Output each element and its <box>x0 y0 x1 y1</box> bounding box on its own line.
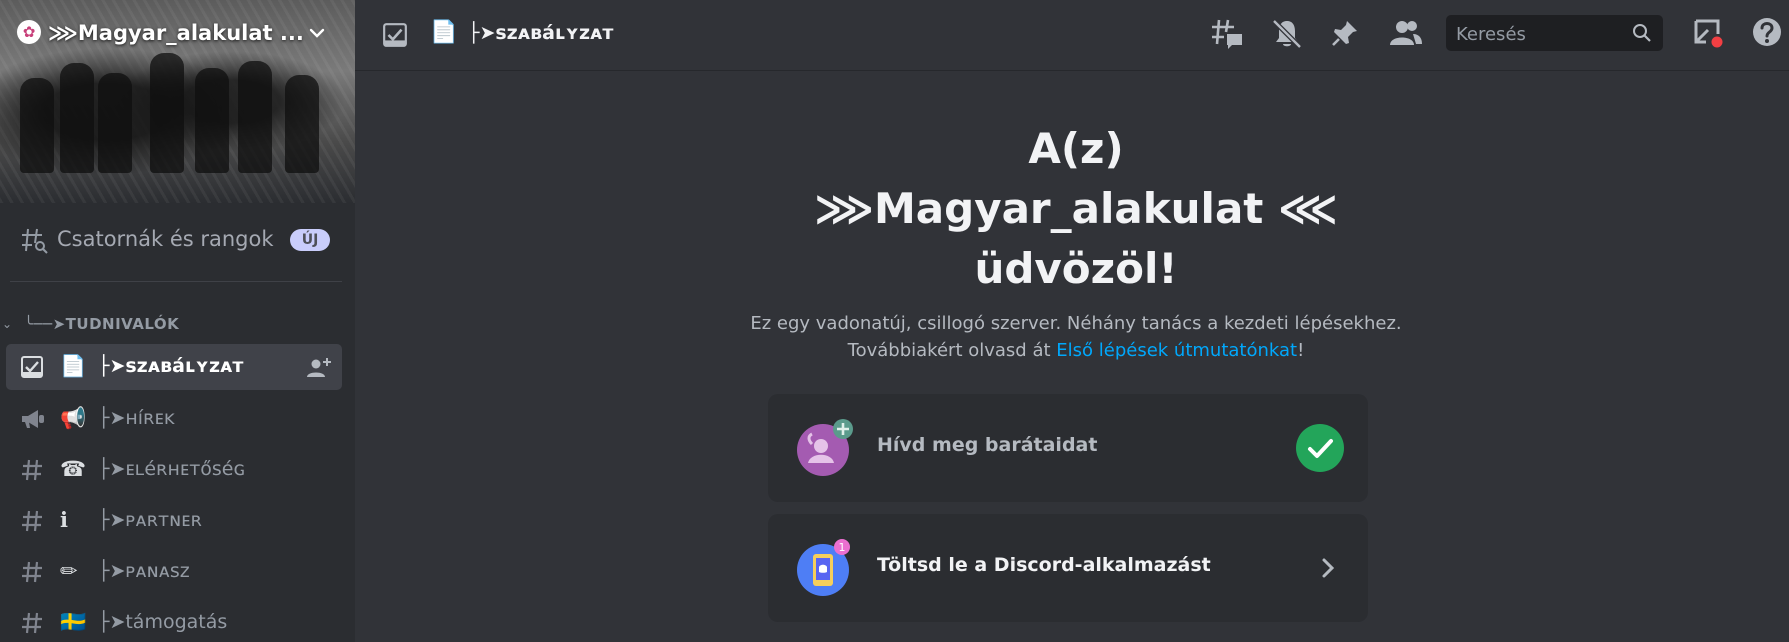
hashtag-icon <box>22 459 42 481</box>
channel-emoji: 📄 <box>430 20 458 45</box>
channel-emoji: ℹ <box>60 508 68 532</box>
channel-item-elerhetoseg[interactable]: ☎ ├➤ᴇʟéʀʜᴇᴛőꜱéɢ <box>6 447 342 493</box>
category-chevron-icon: ⌄ <box>2 317 13 331</box>
chevron-down-icon <box>309 28 325 38</box>
search-icon <box>1633 24 1651 42</box>
welcome-line-3: üdvözöl! <box>974 244 1178 293</box>
rules-icon <box>21 356 43 378</box>
channel-emoji: ✏ <box>60 559 78 583</box>
search-box[interactable] <box>1446 15 1663 53</box>
download-app-icon: 1 <box>797 539 850 596</box>
channel-item-hirek[interactable]: 📢 ├➤ʜíʀᴇᴋ <box>6 396 342 442</box>
channel-emoji: 📢 <box>60 406 87 430</box>
announcement-icon <box>22 410 44 428</box>
channel-name: ├➤ʜíʀᴇᴋ <box>98 407 175 429</box>
channel-name: ├➤támogatás <box>98 611 228 633</box>
channel-name: ├➤ᴘᴀɴᴀꜱᴢ <box>98 560 190 582</box>
invite-friends-card[interactable]: Hívd meg barátaidat <box>768 394 1368 502</box>
getting-started-link[interactable]: Első lépések útmutatónkat <box>1056 340 1297 361</box>
invite-friends-icon <box>797 419 853 476</box>
invite-friends-label: Hívd meg barátaidat <box>877 434 1098 456</box>
new-badge: ÚJ <box>290 229 330 251</box>
threads-icon[interactable] <box>1210 18 1244 50</box>
channel-sidebar: ✿ ⋙Magyar_alakulat ... Csatornák és rang… <box>0 0 355 642</box>
welcome-line-2: ⋙Magyar_alakulat ⋘ <box>814 184 1338 233</box>
svg-text:1: 1 <box>839 541 846 554</box>
channel-name: ├➤ᴇʟéʀʜᴇᴛőꜱéɢ <box>98 458 246 480</box>
hashtag-icon <box>22 510 42 532</box>
channels-and-roles-label: Csatornák és rangok <box>57 227 274 251</box>
category-header[interactable]: ⌄ ╰──➤TUDNIVALÓK <box>0 312 355 336</box>
channel-item-panasz[interactable]: ✏ ├➤ᴘᴀɴᴀꜱᴢ <box>6 549 342 595</box>
channel-header: 📄 ├➤ꜱᴢᴀʙáʟʏᴢᴀᴛ <box>355 0 1789 71</box>
download-app-label: Töltsd le a Discord-alkalmazást <box>877 554 1211 576</box>
help-icon[interactable] <box>1750 15 1784 49</box>
channel-item-partner[interactable]: ℹ ├➤ᴘᴀʀᴛɴᴇʀ <box>6 498 342 544</box>
chevron-right-icon <box>1322 558 1335 578</box>
completed-check-icon <box>1296 424 1344 472</box>
welcome-line-1: A(z) <box>1028 124 1124 173</box>
category-name: ╰──➤TUDNIVALÓK <box>24 315 180 333</box>
pin-icon[interactable] <box>1330 18 1360 48</box>
channel-item-tamogatas[interactable]: 🇸🇪 ├➤támogatás <box>6 600 342 642</box>
search-input[interactable] <box>1446 15 1638 53</box>
member-list-icon[interactable] <box>1389 18 1423 48</box>
inbox-icon[interactable] <box>1692 16 1726 50</box>
hashtag-icon <box>22 561 42 583</box>
subtitle-end: ! <box>1297 340 1305 361</box>
hashtag-icon <box>22 612 42 634</box>
welcome-subtitle: Ez egy vadonatúj, csillogó szerver. Néhá… <box>700 310 1452 364</box>
notification-muted-icon[interactable] <box>1271 18 1303 50</box>
add-member-icon[interactable] <box>306 356 332 380</box>
sidebar-divider <box>10 281 342 282</box>
server-name: ⋙Magyar_alakulat ... <box>48 21 304 45</box>
channel-emoji: 📄 <box>60 354 87 378</box>
channel-browse-icon <box>22 228 48 254</box>
server-header[interactable]: ✿ ⋙Magyar_alakulat ... <box>0 0 355 66</box>
download-app-card[interactable]: 1 Töltsd le a Discord-alkalmazást <box>768 514 1368 622</box>
channel-title: ├➤ꜱᴢᴀʙáʟʏᴢᴀᴛ <box>468 22 614 44</box>
channels-and-roles-item[interactable]: Csatornák és rangok ÚJ <box>0 222 355 258</box>
rules-icon <box>383 23 407 47</box>
welcome-heading: A(z) ⋙Magyar_alakulat ⋘ üdvözöl! <box>720 119 1432 299</box>
channel-emoji: 🇸🇪 <box>60 610 87 634</box>
channel-name: ├➤ᴘᴀʀᴛɴᴇʀ <box>98 509 202 531</box>
channel-name: ├➤ꜱᴢᴀʙáʟʏᴢᴀᴛ <box>98 355 244 377</box>
channel-item-szabalyzat[interactable]: 📄 ├➤ꜱᴢᴀʙáʟʏᴢᴀᴛ <box>6 344 342 390</box>
channel-emoji: ☎ <box>60 457 87 481</box>
server-icon: ✿ <box>17 20 41 44</box>
